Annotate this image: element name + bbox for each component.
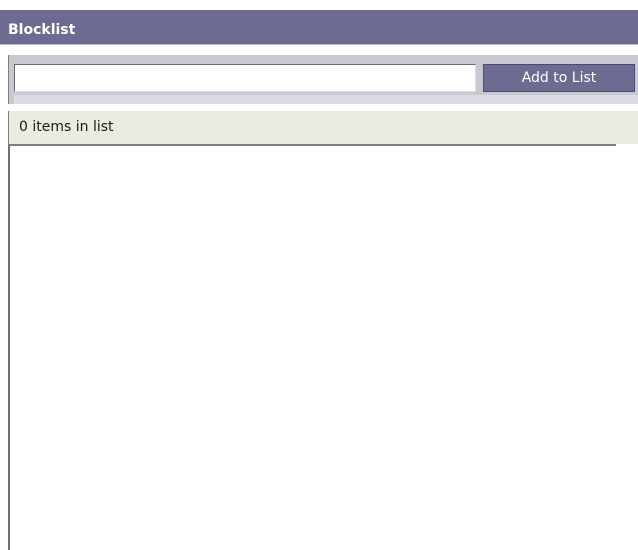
toolbar-shade [14, 95, 638, 104]
blocklist-entry-input[interactable] [14, 64, 476, 92]
panel-header [0, 10, 638, 45]
item-count-status: 0 items in list [8, 111, 638, 144]
blocklist-panel: Blocklist Add to List 0 items in list [0, 0, 638, 550]
add-to-list-button[interactable]: Add to List [483, 64, 635, 92]
panel-title: Blocklist [8, 22, 76, 38]
blocklist-items-list[interactable] [8, 146, 638, 550]
